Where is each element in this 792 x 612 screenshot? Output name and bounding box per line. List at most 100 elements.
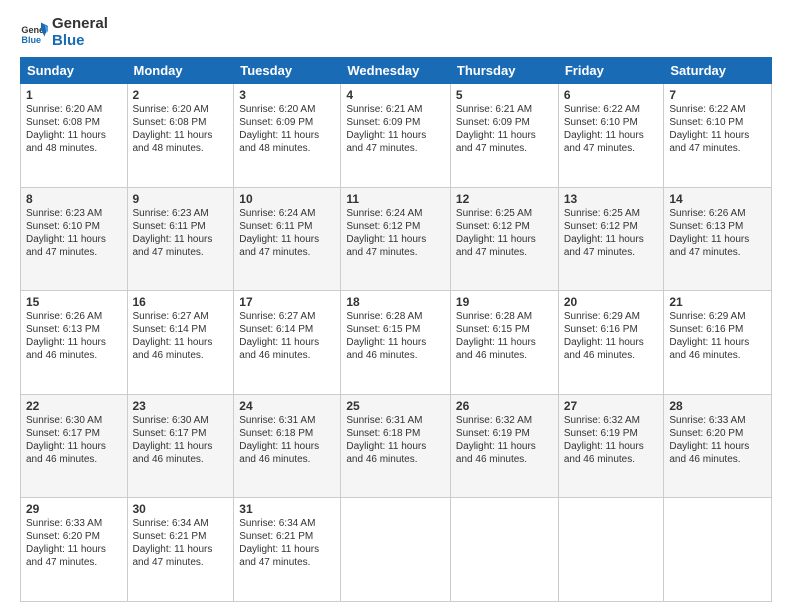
calendar-cell: 12 Sunrise: 6:25 AMSunset: 6:12 PMDayligh… <box>450 187 558 291</box>
weekday-header-row: SundayMondayTuesdayWednesdayThursdayFrid… <box>21 58 772 84</box>
cell-details: Sunrise: 6:28 AMSunset: 6:15 PMDaylight:… <box>456 311 536 361</box>
weekday-header-sunday: Sunday <box>21 58 128 84</box>
calendar-cell: 14 Sunrise: 6:26 AMSunset: 6:13 PMDayligh… <box>664 187 772 291</box>
calendar-table: SundayMondayTuesdayWednesdayThursdayFrid… <box>20 57 772 602</box>
cell-details: Sunrise: 6:32 AMSunset: 6:19 PMDaylight:… <box>456 415 536 465</box>
cell-details: Sunrise: 6:22 AMSunset: 6:10 PMDaylight:… <box>564 104 644 154</box>
calendar-cell: 25 Sunrise: 6:31 AMSunset: 6:18 PMDayligh… <box>341 394 451 498</box>
calendar-cell: 17 Sunrise: 6:27 AMSunset: 6:14 PMDayligh… <box>234 291 341 395</box>
day-number: 25 <box>346 399 445 413</box>
day-number: 27 <box>564 399 659 413</box>
weekday-header-monday: Monday <box>127 58 234 84</box>
calendar-cell: 8Sunrise: 6:23 AMSunset: 6:10 PMDaylight… <box>21 187 128 291</box>
weekday-header-saturday: Saturday <box>664 58 772 84</box>
cell-details: Sunrise: 6:26 AMSunset: 6:13 PMDaylight:… <box>669 208 749 258</box>
cell-details: Sunrise: 6:31 AMSunset: 6:18 PMDaylight:… <box>346 415 426 465</box>
day-number: 3 <box>239 88 335 102</box>
cell-details: Sunrise: 6:28 AMSunset: 6:15 PMDaylight:… <box>346 311 426 361</box>
cell-details: Sunrise: 6:25 AMSunset: 6:12 PMDaylight:… <box>456 208 536 258</box>
calendar-week-3: 15 Sunrise: 6:26 AMSunset: 6:13 PMDayligh… <box>21 291 772 395</box>
cell-details: Sunrise: 6:34 AMSunset: 6:21 PMDaylight:… <box>239 518 319 568</box>
calendar-week-5: 29 Sunrise: 6:33 AMSunset: 6:20 PMDayligh… <box>21 498 772 602</box>
day-number: 10 <box>239 192 335 206</box>
day-number: 16 <box>133 295 229 309</box>
day-number: 13 <box>564 192 659 206</box>
cell-details: Sunrise: 6:21 AMSunset: 6:09 PMDaylight:… <box>346 104 426 154</box>
cell-details: Sunrise: 6:31 AMSunset: 6:18 PMDaylight:… <box>239 415 319 465</box>
logo-blue: Blue <box>52 33 108 50</box>
cell-details: Sunrise: 6:25 AMSunset: 6:12 PMDaylight:… <box>564 208 644 258</box>
calendar-cell: 21 Sunrise: 6:29 AMSunset: 6:16 PMDayligh… <box>664 291 772 395</box>
cell-details: Sunrise: 6:24 AMSunset: 6:12 PMDaylight:… <box>346 208 426 258</box>
calendar-cell: 16Sunrise: 6:27 AMSunset: 6:14 PMDayligh… <box>127 291 234 395</box>
logo: General Blue General Blue <box>20 16 108 49</box>
cell-details: Sunrise: 6:30 AMSunset: 6:17 PMDaylight:… <box>26 415 106 465</box>
cell-details: Sunrise: 6:26 AMSunset: 6:13 PMDaylight:… <box>26 311 106 361</box>
day-number: 26 <box>456 399 553 413</box>
day-number: 1 <box>26 88 122 102</box>
day-number: 5 <box>456 88 553 102</box>
cell-details: Sunrise: 6:20 AMSunset: 6:08 PMDaylight:… <box>26 104 106 154</box>
cell-details: Sunrise: 6:32 AMSunset: 6:19 PMDaylight:… <box>564 415 644 465</box>
calendar-cell: 4 Sunrise: 6:21 AMSunset: 6:09 PMDaylight… <box>341 84 451 188</box>
cell-details: Sunrise: 6:34 AMSunset: 6:21 PMDaylight:… <box>133 518 213 568</box>
calendar-cell: 27 Sunrise: 6:32 AMSunset: 6:19 PMDayligh… <box>558 394 664 498</box>
calendar-cell: 2Sunrise: 6:20 AMSunset: 6:08 PMDaylight… <box>127 84 234 188</box>
calendar-cell: 28Sunrise: 6:33 AMSunset: 6:20 PMDayligh… <box>664 394 772 498</box>
calendar-cell: 24 Sunrise: 6:31 AMSunset: 6:18 PMDayligh… <box>234 394 341 498</box>
cell-details: Sunrise: 6:20 AMSunset: 6:09 PMDaylight:… <box>239 104 319 154</box>
day-number: 18 <box>346 295 445 309</box>
cell-details: Sunrise: 6:22 AMSunset: 6:10 PMDaylight:… <box>669 104 749 154</box>
page: General Blue General Blue SundayMondayTu… <box>0 0 792 612</box>
day-number: 30 <box>133 502 229 516</box>
calendar-cell: 11Sunrise: 6:24 AMSunset: 6:12 PMDayligh… <box>341 187 451 291</box>
day-number: 29 <box>26 502 122 516</box>
cell-details: Sunrise: 6:24 AMSunset: 6:11 PMDaylight:… <box>239 208 319 258</box>
cell-details: Sunrise: 6:27 AMSunset: 6:14 PMDaylight:… <box>239 311 319 361</box>
cell-details: Sunrise: 6:23 AMSunset: 6:10 PMDaylight:… <box>26 208 106 258</box>
calendar-cell: 26 Sunrise: 6:32 AMSunset: 6:19 PMDayligh… <box>450 394 558 498</box>
calendar-cell: 9 Sunrise: 6:23 AMSunset: 6:11 PMDaylight… <box>127 187 234 291</box>
day-number: 9 <box>133 192 229 206</box>
cell-details: Sunrise: 6:30 AMSunset: 6:17 PMDaylight:… <box>133 415 213 465</box>
calendar-cell <box>341 498 451 602</box>
calendar-week-1: 1 Sunrise: 6:20 AMSunset: 6:08 PMDaylight… <box>21 84 772 188</box>
day-number: 6 <box>564 88 659 102</box>
weekday-header-wednesday: Wednesday <box>341 58 451 84</box>
day-number: 23 <box>133 399 229 413</box>
cell-details: Sunrise: 6:21 AMSunset: 6:09 PMDaylight:… <box>456 104 536 154</box>
day-number: 21 <box>669 295 766 309</box>
calendar-week-4: 22 Sunrise: 6:30 AMSunset: 6:17 PMDayligh… <box>21 394 772 498</box>
day-number: 14 <box>669 192 766 206</box>
cell-details: Sunrise: 6:23 AMSunset: 6:11 PMDaylight:… <box>133 208 213 258</box>
day-number: 2 <box>133 88 229 102</box>
day-number: 24 <box>239 399 335 413</box>
calendar-cell: 1 Sunrise: 6:20 AMSunset: 6:08 PMDaylight… <box>21 84 128 188</box>
day-number: 17 <box>239 295 335 309</box>
day-number: 22 <box>26 399 122 413</box>
calendar-cell: 15 Sunrise: 6:26 AMSunset: 6:13 PMDayligh… <box>21 291 128 395</box>
cell-details: Sunrise: 6:29 AMSunset: 6:16 PMDaylight:… <box>564 311 644 361</box>
calendar-cell: 20 Sunrise: 6:29 AMSunset: 6:16 PMDayligh… <box>558 291 664 395</box>
weekday-header-thursday: Thursday <box>450 58 558 84</box>
day-number: 15 <box>26 295 122 309</box>
calendar-cell: 19 Sunrise: 6:28 AMSunset: 6:15 PMDayligh… <box>450 291 558 395</box>
day-number: 4 <box>346 88 445 102</box>
weekday-header-tuesday: Tuesday <box>234 58 341 84</box>
day-number: 19 <box>456 295 553 309</box>
calendar-cell: 7Sunrise: 6:22 AMSunset: 6:10 PMDaylight… <box>664 84 772 188</box>
day-number: 12 <box>456 192 553 206</box>
calendar-cell: 31Sunrise: 6:34 AMSunset: 6:21 PMDayligh… <box>234 498 341 602</box>
calendar-cell: 13 Sunrise: 6:25 AMSunset: 6:12 PMDayligh… <box>558 187 664 291</box>
cell-details: Sunrise: 6:33 AMSunset: 6:20 PMDaylight:… <box>26 518 106 568</box>
calendar-week-2: 8Sunrise: 6:23 AMSunset: 6:10 PMDaylight… <box>21 187 772 291</box>
header: General Blue General Blue <box>20 16 772 49</box>
calendar-cell: 6 Sunrise: 6:22 AMSunset: 6:10 PMDaylight… <box>558 84 664 188</box>
day-number: 20 <box>564 295 659 309</box>
calendar-cell <box>558 498 664 602</box>
calendar-cell: 30 Sunrise: 6:34 AMSunset: 6:21 PMDayligh… <box>127 498 234 602</box>
logo-general: General <box>52 16 108 33</box>
calendar-cell: 22 Sunrise: 6:30 AMSunset: 6:17 PMDayligh… <box>21 394 128 498</box>
logo-icon: General Blue <box>20 19 48 47</box>
cell-details: Sunrise: 6:29 AMSunset: 6:16 PMDaylight:… <box>669 311 749 361</box>
